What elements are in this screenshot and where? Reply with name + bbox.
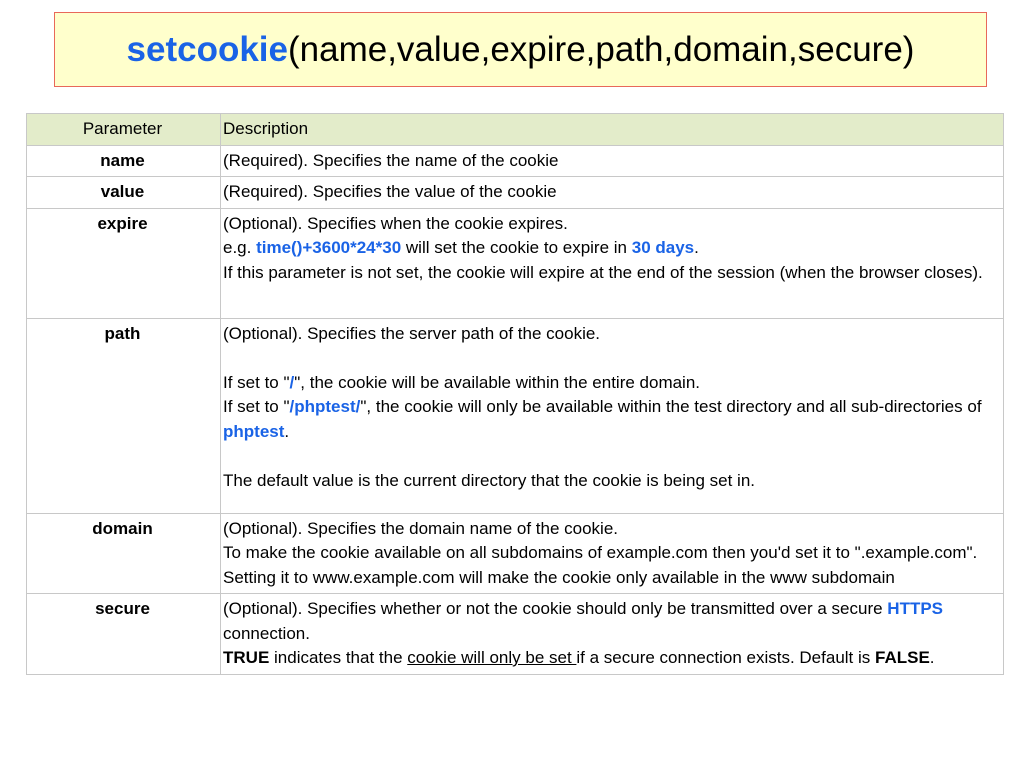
param-value: value (26, 176, 221, 209)
desc-secure: (Optional). Specifies whether or not the… (220, 593, 1004, 675)
desc-domain: (Optional). Specifies the domain name of… (220, 512, 1004, 594)
expire-line-2: e.g. time()+3600*24*30 will set the cook… (223, 238, 699, 257)
expire-example-code: time()+3600*24*30 (256, 238, 402, 257)
table-row-secure: secure (Optional). Specifies whether or … (26, 593, 1004, 675)
desc-expire: (Optional). Specifies when the cookie ex… (220, 207, 1004, 319)
parameters-table: Parameter Description name (Required). S… (26, 113, 1004, 675)
param-secure: secure (26, 593, 221, 675)
param-name: name (26, 144, 221, 177)
path-phptest-dir: /phptest/ (289, 397, 361, 416)
secure-line-2: TRUE indicates that the cookie will only… (223, 648, 935, 667)
domain-line-1: (Optional). Specifies the domain name of… (223, 518, 618, 538)
header-parameter: Parameter (26, 113, 221, 146)
path-line-2: If set to "/", the cookie will be availa… (223, 372, 701, 392)
expire-line-1: (Optional). Specifies when the cookie ex… (223, 213, 568, 233)
title-function-name: setcookie (126, 29, 288, 69)
desc-name: (Required). Specifies the name of the co… (220, 144, 1004, 177)
table-row-expire: expire (Optional). Specifies when the co… (26, 207, 1004, 319)
secure-line-1: (Optional). Specifies whether or not the… (223, 599, 944, 643)
title-function-args: (name,value,expire,path,domain,secure) (288, 29, 915, 69)
path-spacer-1 (223, 346, 999, 371)
table-row-domain: domain (Optional). Specifies the domain … (26, 512, 1004, 594)
expire-line-3: If this parameter is not set, the cookie… (223, 262, 983, 282)
table-header-row: Parameter Description (26, 113, 1004, 146)
domain-line-2: To make the cookie available on all subd… (223, 543, 978, 562)
desc-path: (Optional). Specifies the server path of… (220, 317, 1004, 514)
param-path: path (26, 317, 221, 514)
table-row-name: name (Required). Specifies the name of t… (26, 144, 1004, 177)
header-description: Description (220, 113, 1004, 146)
domain-line-3: Setting it to www.example.com will make … (223, 567, 895, 587)
path-spacer-2 (223, 444, 999, 469)
table-row-path: path (Optional). Specifies the server pa… (26, 317, 1004, 514)
expire-30-days: 30 days (631, 238, 695, 257)
desc-value: (Required). Specifies the value of the c… (220, 176, 1004, 209)
path-line-3: If set to "/phptest/", the cookie will o… (223, 397, 982, 441)
secure-true: TRUE (223, 648, 270, 667)
param-expire: expire (26, 207, 221, 319)
secure-underlined-text: cookie will only be set (407, 648, 577, 667)
table-row-value: value (Required). Specifies the value of… (26, 176, 1004, 209)
secure-false: FALSE (875, 648, 930, 667)
path-line-1: (Optional). Specifies the server path of… (223, 323, 601, 343)
secure-https: HTTPS (887, 599, 944, 618)
path-line-4: The default value is the current directo… (223, 470, 756, 490)
param-domain: domain (26, 512, 221, 594)
path-phptest-name: phptest (223, 421, 285, 441)
page-title: setcookie (name,value,expire,path,domain,… (54, 12, 987, 87)
